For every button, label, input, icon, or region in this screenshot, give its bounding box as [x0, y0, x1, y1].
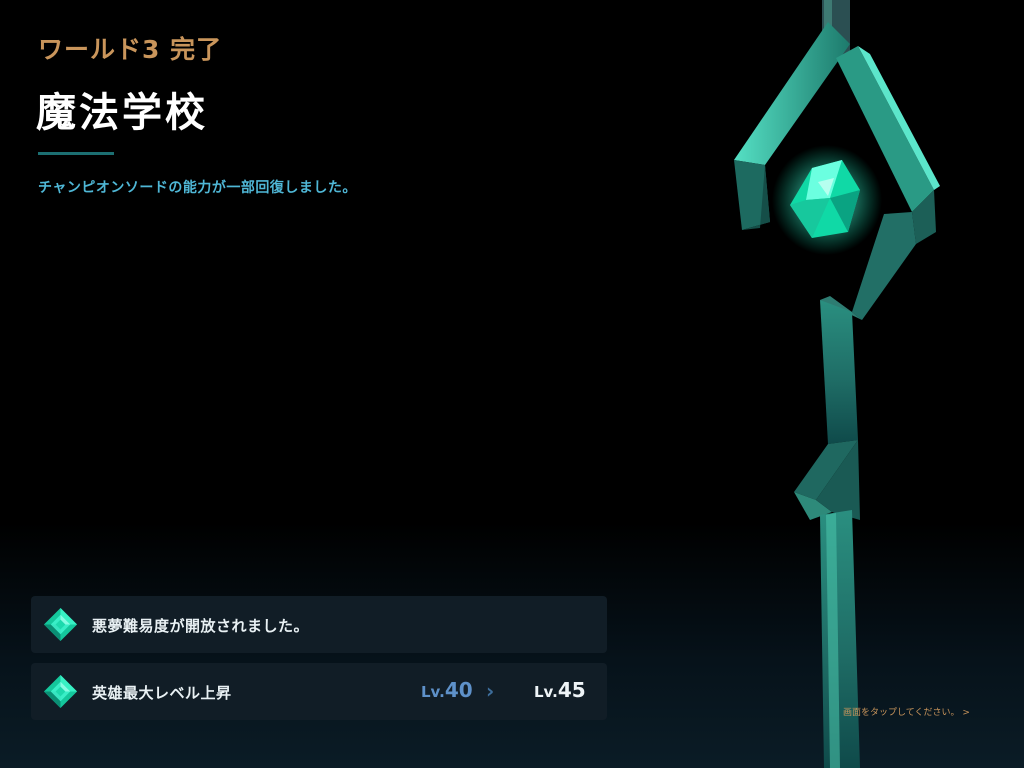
- level-from-value: 40: [444, 678, 473, 702]
- reward-label: 英雄最大レベル上昇: [92, 684, 232, 702]
- reward-card-nightmare-unlock: 悪夢難易度が開放されました。: [31, 596, 607, 653]
- sword-restore-message: チャンピオンソードの能力が一部回復しました。: [38, 180, 357, 196]
- level-from: Lv.40: [421, 678, 473, 702]
- level-to: Lv.45: [534, 678, 586, 702]
- title-divider: [38, 152, 114, 155]
- level-from-prefix: Lv.: [421, 683, 445, 701]
- tap-to-continue-prompt[interactable]: 画面をタップしてください。 >: [843, 705, 970, 718]
- champion-sword-icon: [734, 0, 940, 768]
- world-status-label: ワールド3 完了: [38, 35, 223, 64]
- level-to-prefix: Lv.: [534, 683, 558, 701]
- world-title: 魔法学校: [36, 90, 208, 136]
- level-to-value: 45: [557, 678, 586, 702]
- world-clear-screen[interactable]: ワールド3 完了 魔法学校 チャンピオンソードの能力が一部回復しました。 悪夢難…: [0, 0, 1024, 768]
- gem-icon: [43, 607, 78, 642]
- gem-icon: [43, 674, 78, 709]
- reward-card-max-level: 英雄最大レベル上昇 Lv.40 › Lv.45: [31, 663, 607, 720]
- level-arrow-icon: ›: [486, 679, 495, 703]
- reward-label: 悪夢難易度が開放されました。: [92, 617, 310, 635]
